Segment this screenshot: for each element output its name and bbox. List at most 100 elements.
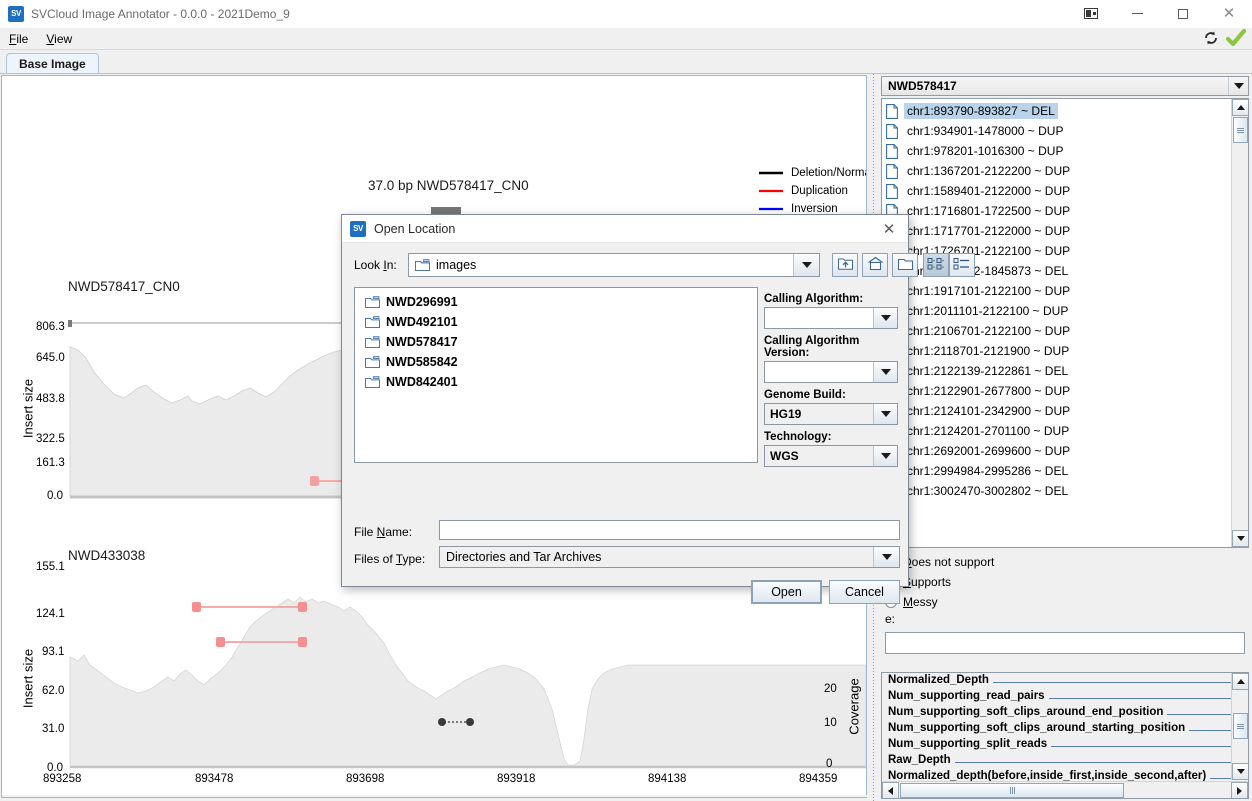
annotations-hscrollbar[interactable] bbox=[882, 781, 1248, 798]
chart-2-coverage-tick-2: 0 bbox=[826, 758, 833, 770]
file-name-input[interactable] bbox=[439, 520, 900, 540]
annotations-panel[interactable]: Normalized_Depth Num_supporting_read_pair… bbox=[881, 672, 1249, 799]
dialog-title: Open Location bbox=[374, 221, 456, 236]
variant-list-item[interactable]: chr1:1917101-2122100 ~ DUP bbox=[882, 281, 1231, 301]
annotation-row: Num_supporting_split_reads bbox=[888, 738, 1231, 754]
metadata-field-combo[interactable] bbox=[764, 307, 898, 329]
look-in-combo[interactable]: images bbox=[408, 253, 820, 277]
metadata-field-dropdown-arrow[interactable] bbox=[873, 362, 897, 382]
file-list-item[interactable]: NWD578417 bbox=[359, 332, 757, 352]
files-of-type-dropdown-arrow[interactable] bbox=[873, 547, 899, 567]
cancel-button[interactable]: Cancel bbox=[829, 580, 900, 604]
variant-list-item[interactable]: chr1:1717701-2122000 ~ DUP bbox=[882, 221, 1231, 241]
menu-file[interactable]: File bbox=[0, 30, 37, 48]
chart-1-title: NWD578417_CN0 bbox=[68, 279, 180, 294]
menu-view[interactable]: View bbox=[37, 30, 81, 48]
variant-list-item[interactable]: chr1:2994984-2995286 ~ DEL bbox=[882, 461, 1231, 481]
radio-supports[interactable]: Supports bbox=[881, 572, 1249, 592]
layout-toggle-button[interactable] bbox=[1068, 0, 1114, 28]
variant-list-item[interactable]: chr1:934901-1478000 ~ DUP bbox=[882, 121, 1231, 141]
details-view-icon bbox=[927, 257, 945, 274]
metadata-field-dropdown-arrow[interactable] bbox=[873, 446, 897, 466]
variant-list-item[interactable]: chr1:1716801-1722500 ~ DUP bbox=[882, 201, 1231, 221]
legend-item-deletion: Deletion/Normal bbox=[758, 164, 866, 182]
variant-list-item[interactable]: chr1:2106701-2122100 ~ DUP bbox=[882, 321, 1231, 341]
file-list-item[interactable]: NWD296991 bbox=[359, 292, 757, 312]
sample-selector-combo[interactable]: NWD578417 bbox=[881, 76, 1249, 96]
home-button[interactable] bbox=[862, 253, 888, 277]
variant-list-item[interactable]: chr1:893790-893827 ~ DEL bbox=[882, 101, 1231, 121]
look-in-dropdown-arrow[interactable] bbox=[793, 254, 819, 276]
radio-label-does-not-support: Does not support bbox=[903, 555, 995, 569]
variant-list-scrollbar[interactable] bbox=[1231, 99, 1248, 547]
variant-list-item[interactable]: chr1:3002470-3002802 ~ DEL bbox=[882, 481, 1231, 501]
grip-icon bbox=[1237, 127, 1244, 133]
variant-list-item[interactable]: chr1:2122901-2677800 ~ DUP bbox=[882, 381, 1231, 401]
file-browser-list[interactable]: NWD296991 NWD492101 NWD578417 NWD585842 NWD8… bbox=[354, 287, 758, 463]
scroll-left-button[interactable] bbox=[882, 782, 899, 798]
variant-list[interactable]: chr1:893790-893827 ~ DEL chr1:934901-1478… bbox=[882, 99, 1231, 547]
file-list-item[interactable]: NWD585842 bbox=[359, 352, 757, 372]
variant-list-item[interactable]: chr1:2692001-2699600 ~ DUP bbox=[882, 441, 1231, 461]
variant-list-item[interactable]: chr1:2118701-2121900 ~ DUP bbox=[882, 341, 1231, 361]
notes-input[interactable] bbox=[885, 632, 1245, 654]
annotation-name: Num_supporting_read_pairs bbox=[888, 690, 1045, 702]
hscrollbar-thumb[interactable] bbox=[900, 783, 1124, 798]
files-of-type-combo[interactable]: Directories and Tar Archives bbox=[439, 546, 900, 568]
chart-2-coverage-tick-0: 20 bbox=[824, 683, 837, 695]
variant-list-item[interactable]: chr1:2011101-2122100 ~ DUP bbox=[882, 301, 1231, 321]
variant-list-item[interactable]: chr1:1367201-2122200 ~ DUP bbox=[882, 161, 1231, 181]
list-view-button[interactable] bbox=[949, 253, 975, 277]
metadata-field-dropdown-arrow[interactable] bbox=[873, 404, 897, 424]
variant-list-item[interactable]: chr1:2124101-2342900 ~ DUP bbox=[882, 401, 1231, 421]
chart-2-ytick-2: 93.1 bbox=[42, 646, 65, 658]
radio-does-not-support[interactable]: Does not support bbox=[881, 552, 1249, 572]
up-one-level-button[interactable] bbox=[832, 253, 858, 277]
minimize-button[interactable] bbox=[1114, 0, 1160, 28]
variant-list-item[interactable]: chr1:978201-1016300 ~ DUP bbox=[882, 141, 1231, 161]
new-folder-button[interactable] bbox=[892, 253, 918, 277]
chevron-down-icon bbox=[880, 411, 891, 417]
anno-scroll-up-button[interactable] bbox=[1232, 673, 1248, 690]
legend-swatch-duplication bbox=[758, 185, 784, 197]
sv-logo-icon: SV bbox=[350, 220, 366, 237]
sample-selector-dropdown-arrow[interactable] bbox=[1228, 77, 1248, 95]
look-in-value: images bbox=[436, 258, 477, 272]
scroll-up-button[interactable] bbox=[1232, 99, 1248, 116]
metadata-field-label: Technology: bbox=[764, 431, 832, 443]
grip-icon bbox=[1237, 723, 1244, 729]
variant-list-item[interactable]: chr1:2122139-2122861 ~ DEL bbox=[882, 361, 1231, 381]
files-of-type-value: Directories and Tar Archives bbox=[446, 550, 602, 564]
variant-label: chr1:1917101-2122100 ~ DUP bbox=[907, 284, 1071, 298]
annotations-vscrollbar[interactable] bbox=[1231, 673, 1248, 780]
variant-list-item[interactable]: chr1:1589401-2122000 ~ DUP bbox=[882, 181, 1231, 201]
tab-base-image[interactable]: Base Image bbox=[6, 53, 99, 74]
details-view-button[interactable] bbox=[923, 253, 949, 277]
metadata-field-combo[interactable] bbox=[764, 361, 898, 383]
scrollbar-thumb[interactable] bbox=[1233, 117, 1248, 143]
metadata-field-combo[interactable]: WGS bbox=[764, 445, 898, 467]
scroll-down-button[interactable] bbox=[1232, 530, 1248, 547]
refresh-icon[interactable] bbox=[1202, 29, 1220, 47]
chevron-down-icon bbox=[1233, 83, 1244, 89]
file-list-item[interactable]: NWD842401 bbox=[359, 372, 757, 392]
scroll-right-button[interactable] bbox=[1231, 782, 1248, 798]
metadata-field-combo[interactable]: HG19 bbox=[764, 403, 898, 425]
metadata-field-dropdown-arrow[interactable] bbox=[873, 308, 897, 328]
close-icon: ✕ bbox=[882, 219, 896, 238]
radio-messy[interactable]: Messy bbox=[881, 592, 1249, 612]
folder-icon bbox=[365, 376, 380, 388]
open-location-dialog[interactable]: SV Open Location ✕ Look In: images NWD29… bbox=[341, 214, 975, 604]
variant-list-panel[interactable]: chr1:893790-893827 ~ DEL chr1:934901-1478… bbox=[881, 98, 1249, 548]
file-list-item[interactable]: NWD492101 bbox=[359, 312, 757, 332]
open-button[interactable]: Open bbox=[751, 580, 822, 604]
chevron-down-icon bbox=[880, 315, 891, 321]
checkmark-icon[interactable] bbox=[1225, 28, 1247, 47]
maximize-button[interactable] bbox=[1160, 0, 1206, 28]
close-button[interactable]: ✕ bbox=[1206, 0, 1252, 28]
anno-scroll-down-button[interactable] bbox=[1232, 763, 1248, 780]
application-window: SV SVCloud Image Annotator - 0.0.0 - 202… bbox=[0, 0, 1252, 801]
anno-scrollbar-thumb[interactable] bbox=[1233, 713, 1248, 739]
dialog-close-button[interactable]: ✕ bbox=[870, 215, 908, 243]
variant-list-item[interactable]: chr1:2124201-2701100 ~ DUP bbox=[882, 421, 1231, 441]
